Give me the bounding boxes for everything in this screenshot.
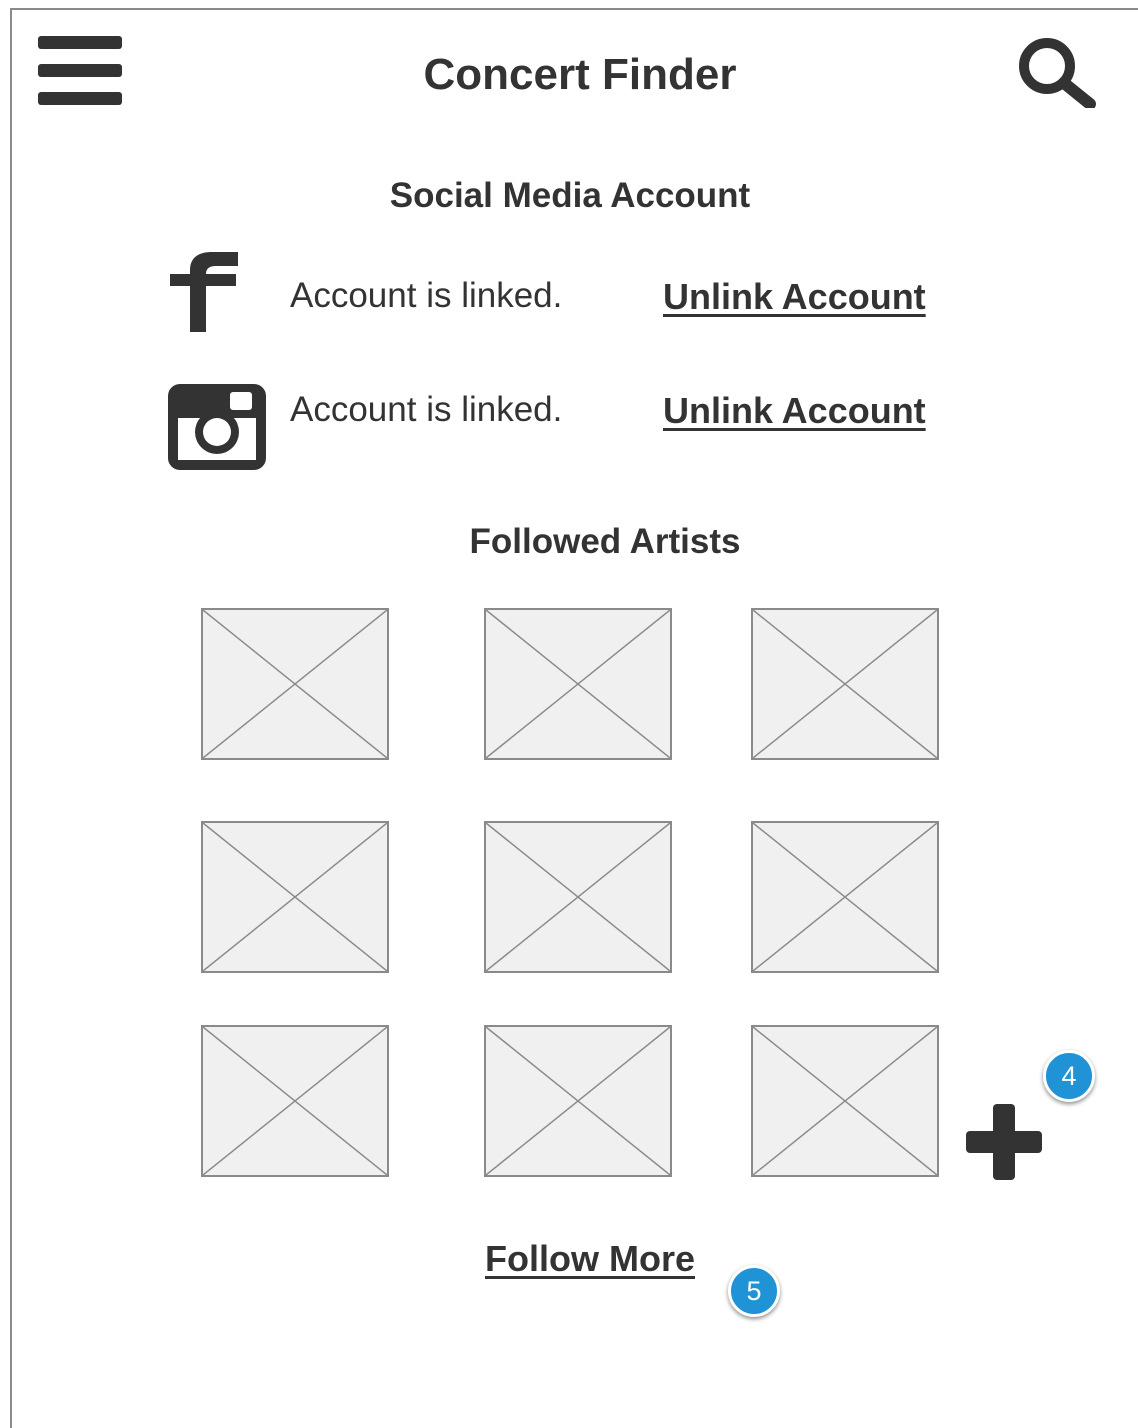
artist-thumbnail[interactable]: [751, 821, 939, 973]
instagram-icon: [168, 384, 266, 470]
artist-thumbnail[interactable]: [751, 1025, 939, 1177]
app-title: Concert Finder: [423, 50, 737, 99]
artist-thumbnail[interactable]: [201, 608, 389, 760]
followed-artists-heading: Followed Artists: [469, 522, 741, 561]
facebook-icon: [166, 252, 240, 332]
artist-thumbnail[interactable]: [751, 608, 939, 760]
instagram-unlink-link[interactable]: Unlink Account: [663, 390, 926, 432]
artist-thumbnail[interactable]: [201, 1025, 389, 1177]
instagram-status: Account is linked.: [290, 390, 563, 429]
social-media-heading: Social Media Account: [389, 176, 751, 215]
search-icon[interactable]: [1014, 36, 1096, 110]
add-artist-plus-icon[interactable]: [966, 1104, 1042, 1180]
facebook-unlink-link[interactable]: Unlink Account: [663, 276, 926, 318]
artist-thumbnail[interactable]: [484, 1025, 672, 1177]
artist-thumbnail[interactable]: [484, 821, 672, 973]
annotation-badge-5: 5: [728, 1265, 780, 1317]
artist-thumbnail[interactable]: [484, 608, 672, 760]
follow-more-link[interactable]: Follow More: [420, 1238, 760, 1280]
annotation-badge-4: 4: [1043, 1050, 1095, 1102]
facebook-status: Account is linked.: [290, 276, 563, 315]
artist-thumbnail[interactable]: [201, 821, 389, 973]
